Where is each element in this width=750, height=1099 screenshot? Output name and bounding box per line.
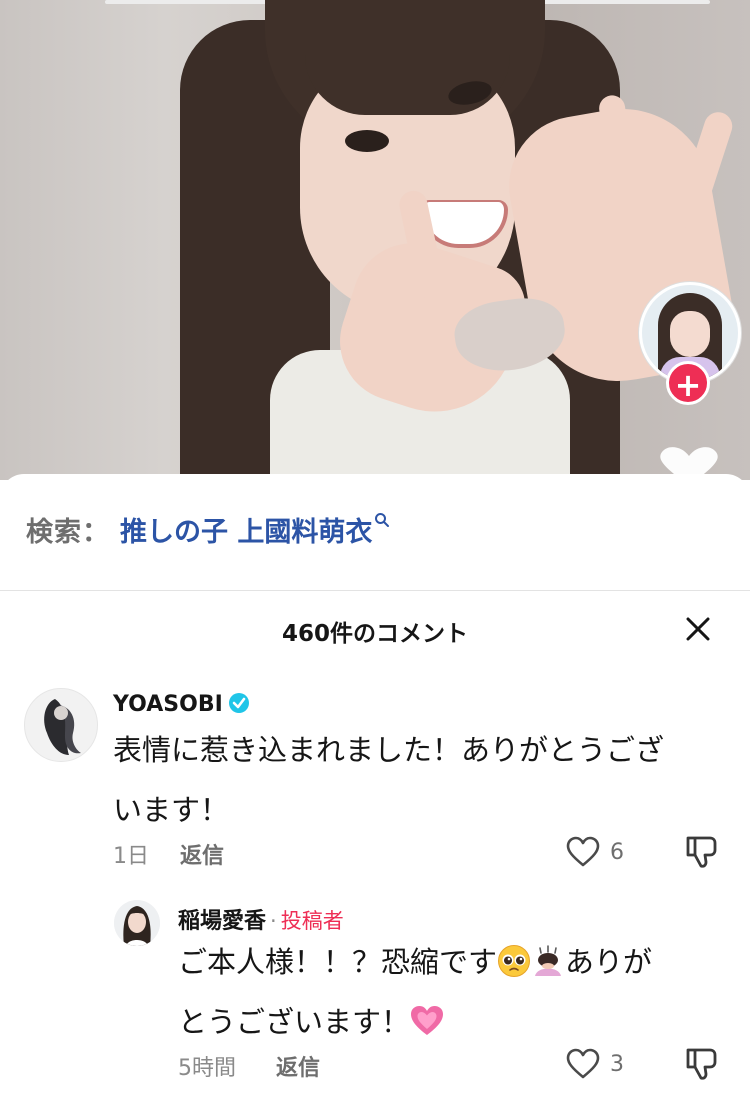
like-count: 3: [610, 1052, 624, 1077]
pleading-face-emoji-icon: [498, 945, 531, 977]
avatar[interactable]: [114, 900, 160, 946]
author-badge: 投稿者: [280, 909, 344, 933]
reply-button[interactable]: 返信: [180, 838, 224, 870]
heart-icon[interactable]: [566, 836, 600, 868]
close-icon[interactable]: [683, 614, 713, 644]
separator: ·: [270, 909, 277, 933]
like-count: 6: [610, 840, 624, 865]
video-player[interactable]: +: [0, 0, 750, 480]
search-query-link[interactable]: 推しの子 上國料萌衣: [120, 517, 372, 548]
dislike-icon[interactable]: [684, 1047, 720, 1081]
verified-badge-icon: [228, 693, 249, 713]
growing-heart-emoji-icon: [411, 1006, 444, 1035]
search-icon: [375, 513, 390, 527]
comment-username[interactable]: YOASOBI: [113, 692, 249, 717]
reply-button[interactable]: 返信: [276, 1050, 320, 1082]
avatar[interactable]: [24, 688, 98, 762]
video-frame-eye: [345, 130, 389, 152]
reply-timestamp: 5時間: [178, 1056, 236, 1081]
comment-text: 表情に惹き込まれました！ありがとうござ います！: [113, 733, 665, 827]
plus-icon: +: [674, 366, 702, 404]
divider: [0, 590, 750, 591]
reply-text: ご本人様！！？恐縮です ありが とうございます！: [178, 945, 653, 1039]
comment-timestamp: 1日: [113, 844, 149, 869]
bowing-person-emoji-icon: [535, 945, 562, 976]
reply-avatar-photo: [114, 900, 160, 946]
comments-count-title: 460件のコメント: [281, 621, 468, 647]
search-suggestion[interactable]: 検索： 推しの子 上國料萌衣: [26, 510, 390, 550]
follow-plus-button[interactable]: +: [666, 361, 710, 405]
reply-username-row: 稲場愛香 · 投稿者: [178, 903, 344, 935]
reply-username[interactable]: 稲場愛香: [178, 909, 266, 934]
comment-sheet: 検索： 推しの子 上國料萌衣 460件のコメント YOASOBI 表情に惹き込まれ…: [0, 474, 750, 1099]
dislike-icon[interactable]: [684, 835, 720, 869]
yoasobi-avatar-illustration: [44, 699, 81, 755]
search-label: 検索：: [26, 517, 110, 548]
heart-icon[interactable]: [566, 1048, 600, 1080]
